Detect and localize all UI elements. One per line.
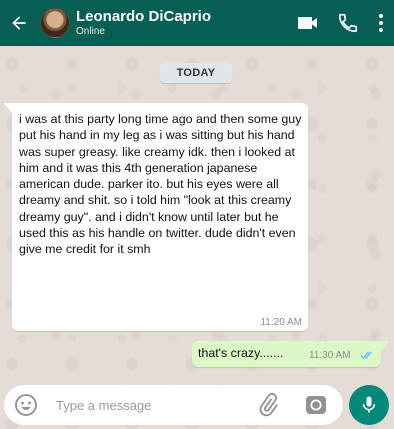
camera-icon: [306, 396, 326, 414]
message-time: 11:20 AM: [260, 317, 302, 328]
emoji-button[interactable]: [12, 391, 40, 419]
paperclip-icon: [259, 393, 278, 417]
contact-name: Leonardo DiCaprio: [76, 8, 212, 25]
chat-header: Leonardo DiCaprio Online: [0, 0, 394, 46]
avatar[interactable]: [40, 8, 70, 38]
message-text: that's crazy.......: [198, 346, 284, 360]
back-button[interactable]: [4, 0, 34, 46]
message-input[interactable]: [56, 397, 236, 413]
emoji-icon: [15, 394, 37, 416]
microphone-icon: [362, 396, 376, 413]
date-divider: TODAY: [160, 63, 232, 83]
message-composer: [4, 385, 343, 425]
outgoing-message-bubble[interactable]: that's crazy....... 11:30 AM: [192, 341, 389, 367]
contact-status: Online: [76, 26, 105, 37]
video-camera-icon: [298, 17, 317, 29]
incoming-message-bubble[interactable]: i was at this party long time ago and th…: [4, 103, 308, 331]
double-check-read-icon: [360, 351, 372, 360]
arrow-left-icon: [12, 16, 26, 30]
contact-info[interactable]: Leonardo DiCaprio Online: [76, 8, 211, 38]
message-text: i was at this party long time ago and th…: [19, 112, 305, 257]
header-actions: [288, 0, 394, 46]
video-call-button[interactable]: [288, 0, 328, 46]
message-time: 11:30 AM: [309, 350, 351, 361]
attach-button[interactable]: [254, 391, 282, 419]
camera-button[interactable]: [302, 391, 330, 419]
voice-call-button[interactable]: [328, 0, 368, 46]
more-vertical-icon: [379, 14, 383, 32]
phone-icon: [338, 13, 358, 33]
menu-button[interactable]: [368, 0, 394, 46]
voice-record-button[interactable]: [349, 385, 389, 425]
